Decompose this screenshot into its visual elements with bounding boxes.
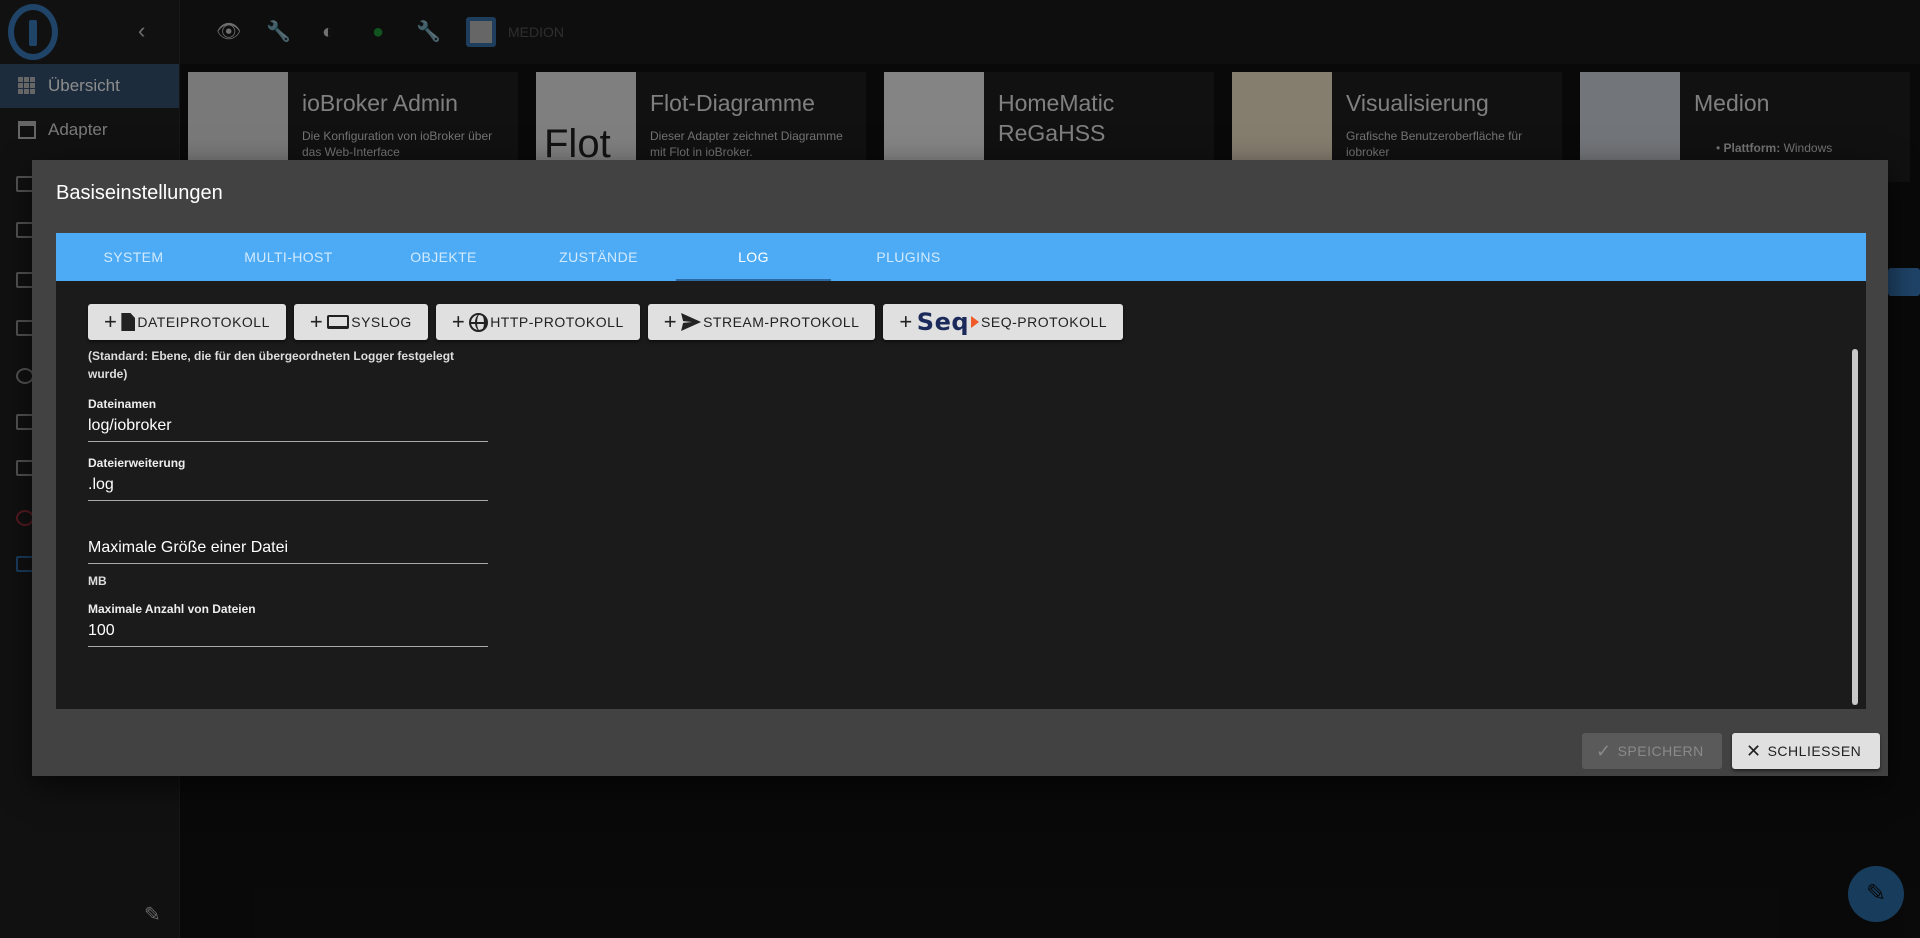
file-icon	[121, 313, 136, 331]
save-label: SPEICHERN	[1617, 743, 1704, 759]
tab-plugins[interactable]: PLUGINS	[831, 233, 986, 281]
add-http-log-button[interactable]: + HTTP-PROTOKOLL	[435, 304, 640, 340]
tab-log[interactable]: LOG	[676, 233, 831, 281]
seq-logo-icon: Seq	[916, 308, 970, 336]
filename-field[interactable]: Dateinamen log/iobroker	[88, 397, 488, 442]
close-label: SCHLIESSEN	[1767, 743, 1862, 759]
add-transport-buttons: + DATEIPROTOKOLL + SYSLOG + HTTP-PROTOKO…	[88, 304, 1124, 340]
max-files-input[interactable]: 100	[88, 622, 488, 640]
dialog-title: Basiseinstellungen	[56, 182, 223, 204]
extension-input[interactable]: .log	[88, 476, 488, 494]
laptop-icon	[327, 315, 350, 329]
tab-objects[interactable]: OBJEKTE	[366, 233, 521, 281]
max-size-input[interactable]: Maximale Größe einer Datei	[88, 515, 488, 557]
button-label: DATEIPROTOKOLL	[137, 314, 270, 330]
field-label: Dateierweiterung	[88, 456, 186, 470]
add-stream-log-button[interactable]: + STREAM-PROTOKOLL	[647, 304, 876, 340]
settings-dialog: Basiseinstellungen SYSTEM MULTI-HOST OBJ…	[32, 160, 1888, 776]
close-button[interactable]: ✕ SCHLIESSEN	[1732, 733, 1880, 769]
max-size-unit: MB	[88, 574, 107, 588]
tab-system[interactable]: SYSTEM	[56, 233, 211, 281]
extension-field[interactable]: Dateierweiterung .log	[88, 456, 488, 501]
plus-icon: +	[104, 309, 118, 334]
scrollbar-thumb[interactable]	[1852, 349, 1858, 705]
add-seq-log-button[interactable]: + Seq SEQ-PROTOKOLL	[883, 304, 1124, 340]
plus-icon: +	[309, 309, 324, 334]
save-button[interactable]: ✓ SPEICHERN	[1582, 733, 1722, 769]
close-icon: ✕	[1746, 740, 1762, 761]
tab-states[interactable]: ZUSTÄNDE	[521, 233, 676, 281]
add-syslog-button[interactable]: + SYSLOG	[293, 304, 428, 340]
max-files-field[interactable]: Maximale Anzahl von Dateien 100	[88, 602, 488, 647]
button-label: STREAM-PROTOKOLL	[703, 314, 860, 330]
field-label: Dateinamen	[88, 397, 157, 411]
plus-icon: +	[451, 309, 466, 334]
add-file-log-button[interactable]: + DATEIPROTOKOLL	[88, 304, 286, 340]
button-label: SYSLOG	[351, 314, 412, 330]
seq-arrow-icon	[971, 316, 980, 328]
settings-tabs: SYSTEM MULTI-HOST OBJEKTE ZUSTÄNDE LOG P…	[56, 233, 1866, 281]
send-icon	[681, 313, 702, 331]
field-label: Maximale Anzahl von Dateien	[88, 602, 256, 616]
button-label: SEQ-PROTOKOLL	[981, 314, 1108, 330]
tab-multi-host[interactable]: MULTI-HOST	[211, 233, 366, 281]
globe-icon	[469, 312, 489, 332]
panel-scrollbar[interactable]	[1852, 349, 1858, 705]
filename-input[interactable]: log/iobroker	[88, 417, 488, 435]
level-hint: (Standard: Ebene, die für den übergeordn…	[88, 349, 455, 381]
plus-icon: +	[663, 309, 678, 334]
button-label: HTTP-PROTOKOLL	[490, 314, 624, 330]
plus-icon: +	[899, 309, 913, 334]
log-settings-panel: + DATEIPROTOKOLL + SYSLOG + HTTP-PROTOKO…	[56, 281, 1866, 709]
max-size-field[interactable]: Maximale Größe einer Datei	[88, 515, 488, 564]
check-icon: ✓	[1596, 740, 1612, 761]
file-log-form: (Standard: Ebene, die für den übergeordn…	[88, 347, 488, 647]
